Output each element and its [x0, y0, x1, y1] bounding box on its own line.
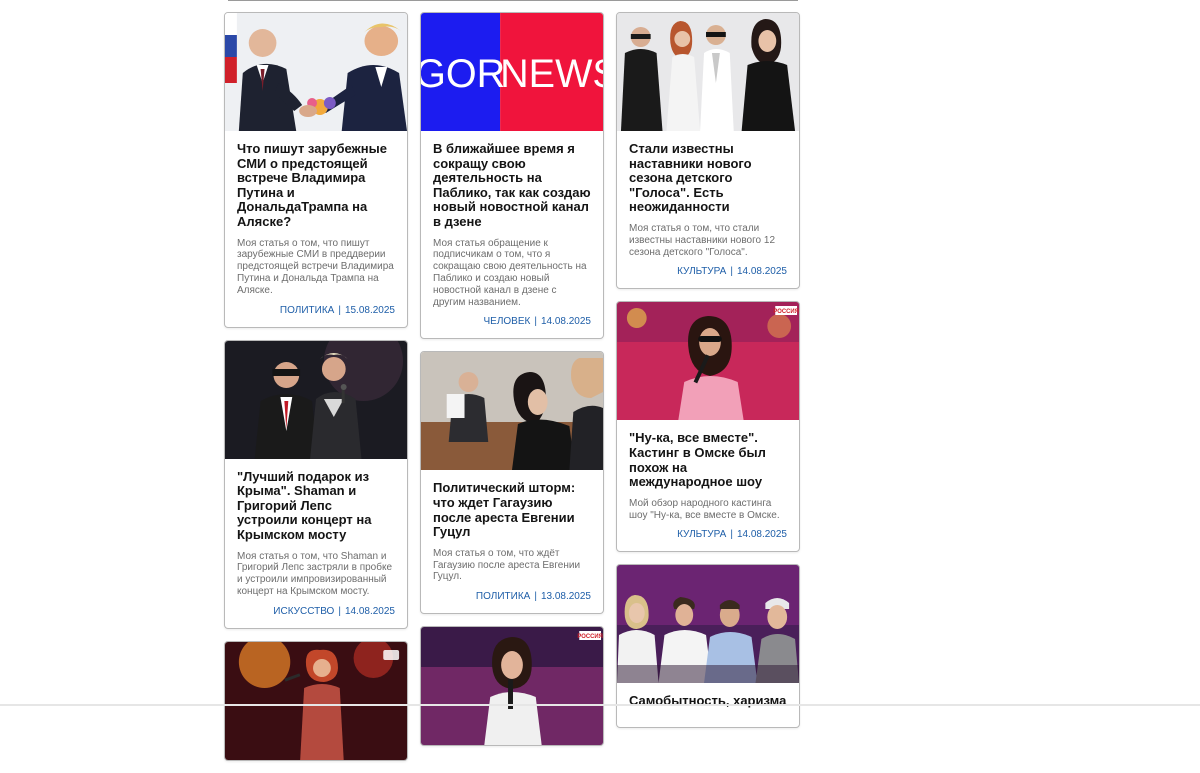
article-meta: КУЛЬТУРА | 14.08.2025	[629, 529, 787, 541]
channel-badge: РОССИЯ	[773, 309, 799, 315]
article-image[interactable]	[225, 13, 407, 131]
article-category-link[interactable]: ЧЕЛОВЕК	[483, 316, 530, 327]
article-excerpt: Моя статья о том, что Shaman и Григорий …	[237, 550, 393, 597]
article-card[interactable]	[224, 640, 408, 761]
article-date: 14.08.2025	[736, 529, 787, 541]
meta-separator: |	[534, 591, 537, 603]
article-image[interactable]	[617, 565, 799, 684]
article-date: 14.08.2025	[736, 266, 787, 278]
article-excerpt: Моя статья о том, что стали известны нас…	[629, 222, 776, 258]
feed-column-3: Стали известны наставники нового сезона …	[616, 12, 800, 740]
article-title[interactable]: Политический шторм: что ждет Гагаузию по…	[433, 480, 591, 539]
article-category-link[interactable]: КУЛЬТУРА	[677, 266, 726, 277]
mentors-photo	[617, 13, 799, 131]
article-excerpt: Моя статья обращение к подписчикам о том…	[433, 237, 587, 308]
top-divider	[228, 0, 798, 1]
article-card[interactable]: Политический шторм: что ждет Гагаузию по…	[420, 351, 604, 615]
article-card[interactable]: Что пишут зарубежные СМИ о предстоящей в…	[224, 12, 408, 328]
article-meta: КУЛЬТУРА | 14.08.2025	[629, 266, 787, 278]
meta-separator: |	[338, 304, 341, 316]
article-date: 14.08.2025	[344, 605, 395, 617]
article-date: 15.08.2025	[344, 304, 395, 316]
article-image[interactable]	[421, 352, 603, 471]
meta-separator: |	[338, 605, 341, 617]
meta-separator: |	[534, 316, 537, 328]
feed-column-2: GOR NEWS В ближайшее время я сокращу сво…	[420, 12, 604, 758]
article-meta: ПОЛИТИКА | 15.08.2025	[237, 305, 395, 317]
gornews-logo-image: GOR NEWS	[421, 13, 603, 131]
article-image[interactable]: РОССИЯ	[421, 627, 603, 746]
article-image[interactable]	[225, 340, 407, 459]
jury-photo	[617, 565, 799, 684]
article-meta: ЧЕЛОВЕК | 14.08.2025	[433, 316, 591, 328]
casting-singer-photo: РОССИЯ	[617, 302, 799, 421]
article-image[interactable]: РОССИЯ	[617, 302, 799, 421]
meta-separator: |	[730, 266, 733, 278]
article-card[interactable]: "Лучший подарок из Крыма". Shaman и Григ…	[224, 339, 408, 629]
article-excerpt: Моя статья о том, что пишут зарубежные С…	[237, 237, 394, 296]
article-date: 13.08.2025	[540, 591, 591, 603]
courtroom-photo	[421, 352, 603, 471]
article-category-link[interactable]: ИСКУССТВО	[273, 606, 334, 617]
article-title[interactable]: Самобытность, харизма	[629, 694, 787, 709]
article-card[interactable]: РОССИЯ	[420, 626, 604, 747]
singer-microphone-photo: РОССИЯ	[421, 627, 603, 746]
article-meta: ПОЛИТИКА | 13.08.2025	[433, 591, 591, 603]
article-category-link[interactable]: ПОЛИТИКА	[476, 591, 530, 602]
article-card[interactable]: РОССИЯ "Ну-ка, все вместе". Кастинг в Ом…	[616, 301, 800, 553]
article-excerpt: Мой обзор народного кастинга шоу "Ну-ка,…	[629, 497, 780, 521]
article-title[interactable]: Что пишут зарубежные СМИ о предстоящей в…	[237, 141, 395, 230]
logo-right-text: NEWS	[500, 52, 603, 96]
handshake-photo	[225, 13, 407, 131]
article-excerpt: Моя статья о том, что ждёт Гагаузию посл…	[433, 547, 581, 583]
article-image[interactable]	[617, 13, 799, 131]
article-title[interactable]: В ближайшее время я сокращу свою деятель…	[433, 141, 591, 230]
article-title[interactable]: Стали известны наставники нового сезона …	[629, 141, 787, 215]
article-category-link[interactable]: ПОЛИТИКА	[280, 305, 334, 316]
meta-separator: |	[730, 529, 733, 541]
article-card[interactable]: Стали известны наставники нового сезона …	[616, 12, 800, 290]
article-category-link[interactable]: КУЛЬТУРА	[677, 529, 726, 540]
article-card[interactable]: GOR NEWS В ближайшее время я сокращу сво…	[420, 12, 604, 340]
article-title[interactable]: "Ну-ка, все вместе". Кастинг в Омске был…	[629, 431, 787, 489]
article-image[interactable]: GOR NEWS	[421, 13, 603, 131]
article-date: 14.08.2025	[540, 316, 591, 328]
channel-badge: РОССИЯ	[577, 634, 603, 640]
singer-stage-photo	[225, 641, 407, 760]
article-image[interactable]	[225, 641, 407, 760]
article-meta: ИСКУССТВО | 14.08.2025	[237, 606, 395, 618]
article-title[interactable]: "Лучший подарок из Крыма". Shaman и Григ…	[237, 469, 395, 543]
logo-left-text: GOR	[421, 52, 505, 96]
feed-column-1: Что пишут зарубежные СМИ о предстоящей в…	[224, 12, 408, 773]
concert-photo	[225, 340, 407, 459]
